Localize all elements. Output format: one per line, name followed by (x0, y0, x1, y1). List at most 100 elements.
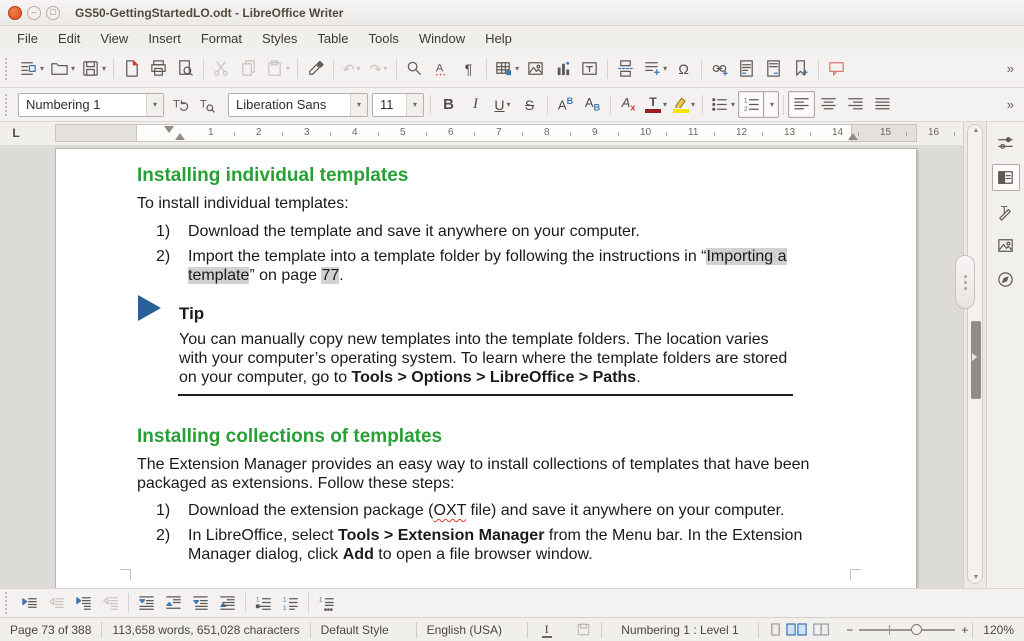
vertical-scrollbar[interactable]: ▲ ▼ (963, 122, 986, 588)
toolbar-grip[interactable] (5, 94, 12, 116)
menu-view[interactable]: View (91, 28, 137, 49)
bullet-list-button[interactable]: ▾ (707, 91, 738, 118)
combobox-arrow-icon[interactable]: ▾ (406, 94, 423, 116)
right-indent-marker[interactable] (848, 133, 858, 140)
insert-footnote-button[interactable] (733, 55, 760, 82)
view-sidebar-button[interactable]: ▾ (16, 55, 47, 82)
insert-text-box-button[interactable] (576, 55, 603, 82)
combobox-arrow-icon[interactable]: ▾ (146, 94, 163, 116)
insert-image-button[interactable] (522, 55, 549, 82)
insert-page-break-button[interactable] (612, 55, 639, 82)
paragraph-style-value[interactable]: Numbering 1 (19, 97, 146, 112)
numbered-list-button[interactable]: 12 (738, 91, 765, 118)
menu-table[interactable]: Table (308, 28, 357, 49)
clear-formatting-button[interactable]: Ax (615, 91, 642, 118)
scroll-up-icon[interactable]: ▲ (968, 127, 984, 134)
dropdown-arrow-icon[interactable]: ▾ (731, 100, 735, 109)
left-indent-marker[interactable] (175, 133, 185, 140)
dropdown-arrow-icon[interactable]: ▾ (691, 100, 695, 109)
dropdown-arrow-icon[interactable]: ▾ (663, 100, 667, 109)
insert-bookmark-button[interactable] (787, 55, 814, 82)
cross-reference-field[interactable]: Importing a (706, 248, 786, 265)
insert-endnote-button[interactable] (760, 55, 787, 82)
bold-button[interactable]: B (435, 91, 462, 118)
sidebar-tab-styles[interactable]: T (992, 198, 1020, 225)
font-name-value[interactable]: Liberation Sans (229, 97, 350, 112)
language-status[interactable]: English (USA) (417, 623, 527, 637)
toolbar-grip[interactable] (5, 58, 12, 80)
paragraph-style-combobox[interactable]: Numbering 1 ▾ (18, 93, 164, 117)
close-window-icon[interactable] (8, 6, 22, 20)
open-file-button[interactable]: ▾ (47, 55, 78, 82)
formatting-marks-button[interactable]: ¶ (455, 55, 482, 82)
underline-button[interactable]: U▾ (489, 91, 516, 118)
zoom-slider[interactable] (859, 629, 955, 631)
highlight-color-button[interactable]: ▾ (670, 91, 698, 118)
page-number-field[interactable]: 77 (321, 267, 339, 284)
subscript-button[interactable]: AB (579, 91, 606, 118)
insert-table-button[interactable]: ▾ (491, 55, 522, 82)
font-color-button[interactable]: T ▾ (642, 91, 670, 118)
insert-special-character-button[interactable]: Ω (670, 55, 697, 82)
insert-hyperlink-button[interactable] (706, 55, 733, 82)
insert-field-button[interactable]: ▾ (639, 55, 670, 82)
toolbar-overflow-button[interactable]: » (1001, 61, 1020, 76)
demote-button[interactable] (16, 590, 43, 617)
menu-styles[interactable]: Styles (253, 28, 306, 49)
page-style-status[interactable]: Default Style (311, 623, 416, 637)
print-preview-button[interactable] (172, 55, 199, 82)
font-size-value[interactable]: 11 (373, 97, 406, 112)
toolbar-grip[interactable] (5, 592, 12, 614)
find-replace-button[interactable] (401, 55, 428, 82)
multi-page-view-icon[interactable] (786, 622, 808, 637)
scrollbar-thumb[interactable] (971, 321, 981, 399)
print-button[interactable] (145, 55, 172, 82)
first-line-indent-marker[interactable] (164, 126, 174, 133)
justify-button[interactable] (869, 91, 896, 118)
zoom-out-button[interactable]: − (846, 623, 853, 637)
tab-stop-selector[interactable]: L (8, 125, 24, 141)
move-down-button[interactable] (133, 590, 160, 617)
dropdown-arrow-icon[interactable]: ▾ (515, 64, 519, 73)
dropdown-arrow-icon[interactable]: ▾ (507, 100, 511, 109)
demote-with-subpoints-button[interactable] (70, 590, 97, 617)
word-count-status[interactable]: 113,658 words, 651,028 characters (102, 623, 309, 637)
font-size-combobox[interactable]: 11 ▾ (372, 93, 424, 117)
scrollbar-track[interactable]: ▲ ▼ (967, 124, 983, 584)
move-up-button[interactable] (160, 590, 187, 617)
font-name-combobox[interactable]: Liberation Sans ▾ (228, 93, 368, 117)
maximize-window-icon[interactable]: □ (46, 6, 60, 20)
selection-mode-status[interactable]: I (528, 622, 566, 637)
document-modified-status[interactable] (566, 622, 601, 637)
cross-reference-field[interactable]: template (188, 267, 249, 284)
dropdown-arrow-icon[interactable]: ▾ (40, 64, 44, 73)
menu-tools[interactable]: Tools (359, 28, 407, 49)
scroll-down-icon[interactable]: ▼ (968, 574, 984, 581)
document-page[interactable]: Installing individual templates To insta… (55, 148, 917, 588)
single-page-view-icon[interactable] (769, 622, 782, 637)
horizontal-ruler[interactable]: L 12345678910111213141516 (0, 122, 964, 145)
move-up-with-subpoints-button[interactable] (214, 590, 241, 617)
menu-insert[interactable]: Insert (139, 28, 190, 49)
align-left-button[interactable] (788, 91, 815, 118)
dropdown-arrow-icon[interactable]: ▾ (770, 100, 774, 109)
dropdown-arrow-icon[interactable]: ▾ (663, 64, 667, 73)
menu-help[interactable]: Help (476, 28, 521, 49)
sidebar-tab-gallery[interactable] (992, 232, 1020, 259)
save-button[interactable]: ▾ (78, 55, 109, 82)
outline-level-status[interactable]: Numbering 1 : Level 1 (602, 623, 759, 637)
zoom-level-status[interactable]: 120% (973, 623, 1024, 637)
insert-chart-button[interactable] (549, 55, 576, 82)
move-down-with-subpoints-button[interactable] (187, 590, 214, 617)
menu-edit[interactable]: Edit (49, 28, 89, 49)
strikethrough-button[interactable]: S (516, 91, 543, 118)
sidebar-tab-navigator[interactable] (992, 266, 1020, 293)
align-center-button[interactable] (815, 91, 842, 118)
sidebar-hide-handle[interactable] (955, 255, 975, 309)
menu-format[interactable]: Format (192, 28, 251, 49)
dropdown-arrow-icon[interactable]: ▾ (102, 64, 106, 73)
restart-numbering-button[interactable]: 11 (277, 590, 304, 617)
numbered-list-dropdown[interactable]: ▾ (763, 91, 779, 118)
italic-button[interactable]: I (462, 91, 489, 118)
dropdown-arrow-icon[interactable]: ▾ (71, 64, 75, 73)
